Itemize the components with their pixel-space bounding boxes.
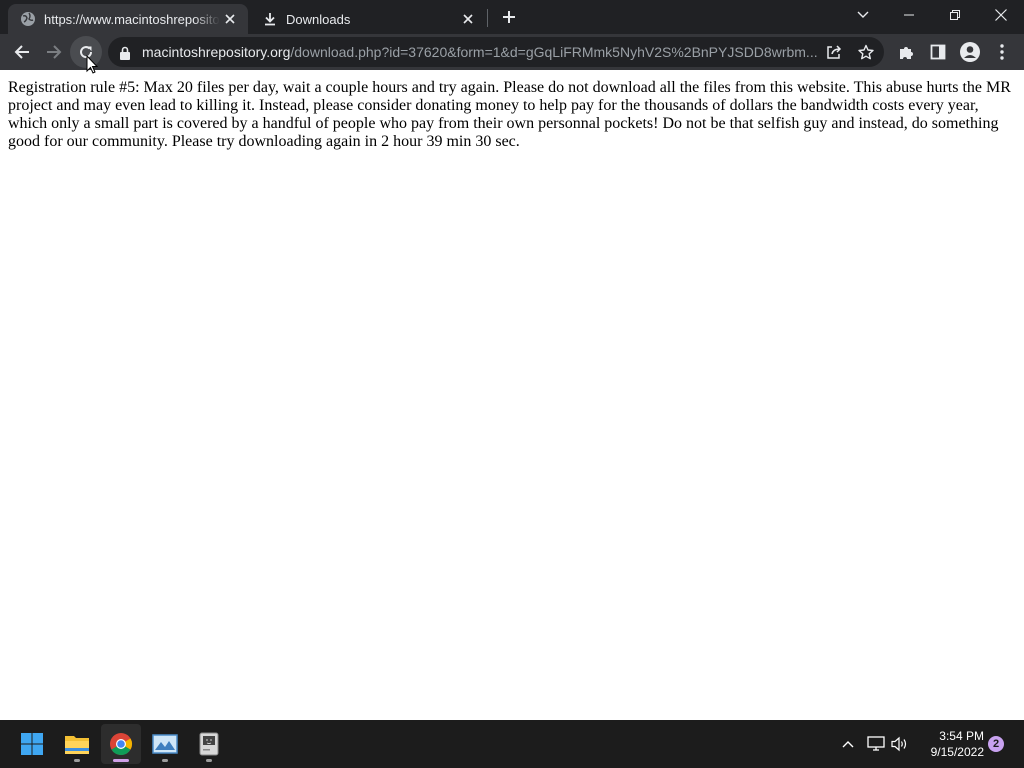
running-indicator (74, 759, 80, 762)
url-path: /download.php?id=37620&form=1&d=gGqLiFRM… (290, 44, 818, 60)
close-tab-icon[interactable] (220, 9, 240, 29)
tab-downloads[interactable]: Downloads (250, 4, 486, 34)
profile-avatar-icon[interactable] (954, 36, 986, 68)
share-icon[interactable] (822, 40, 846, 64)
bookmark-star-icon[interactable] (854, 40, 878, 64)
show-hidden-icons-chevron-icon[interactable] (836, 732, 860, 756)
running-indicator (113, 759, 129, 762)
chrome-icon[interactable] (101, 724, 141, 764)
volume-icon[interactable] (888, 732, 912, 756)
close-tab-icon[interactable] (458, 9, 478, 29)
download-icon (262, 11, 278, 27)
windows-taskbar: 3:54 PM 9/15/2022 2 (0, 720, 1024, 768)
clock-time: 3:54 PM (939, 729, 984, 743)
tab-title: https://www.macintoshrepository.org/down… (44, 11, 220, 27)
browser-toolbar: macintoshrepository.org/download.php?id=… (0, 34, 1024, 70)
back-arrow-icon[interactable] (6, 36, 38, 68)
globe-icon (20, 11, 36, 27)
tab-title: Downloads (286, 11, 351, 27)
close-window-icon[interactable] (978, 0, 1024, 30)
restore-icon[interactable] (932, 0, 978, 30)
rate-limit-message: Registration rule #5: Max 20 files per d… (8, 79, 1011, 150)
menu-kebab-icon[interactable] (986, 36, 1018, 68)
side-panel-icon[interactable] (922, 36, 954, 68)
lock-icon[interactable] (118, 45, 132, 60)
image-viewer-icon[interactable] (145, 724, 185, 764)
windows-start-icon[interactable] (12, 724, 52, 764)
page-content: Registration rule #5: Max 20 files per d… (0, 70, 1024, 720)
notification-badge[interactable]: 2 (988, 736, 1004, 752)
running-indicator (162, 759, 168, 762)
address-bar[interactable]: macintoshrepository.org/download.php?id=… (108, 37, 884, 67)
new-tab-icon[interactable] (497, 5, 521, 29)
file-explorer-icon[interactable] (57, 724, 97, 764)
running-indicator (206, 759, 212, 762)
clock-date: 9/15/2022 (930, 745, 984, 759)
network-icon[interactable] (864, 732, 888, 756)
tab-macintoshrepository[interactable]: https://www.macintoshrepository.org/down… (8, 4, 248, 34)
forward-arrow-icon[interactable] (38, 36, 70, 68)
mouse-cursor-icon (86, 54, 99, 74)
tab-separator (487, 9, 488, 27)
tab-search-chevron-icon[interactable] (840, 0, 886, 30)
url-host: macintoshrepository.org (142, 44, 291, 60)
extensions-puzzle-icon[interactable] (890, 36, 922, 68)
tab-strip: https://www.macintoshrepository.org/down… (0, 0, 1024, 34)
minimize-icon[interactable] (886, 0, 932, 30)
system-clock[interactable]: 3:54 PM 9/15/2022 (916, 728, 984, 760)
url-text[interactable]: macintoshrepository.org/download.php?id=… (142, 37, 822, 67)
macintosh-emulator-icon[interactable] (189, 724, 229, 764)
